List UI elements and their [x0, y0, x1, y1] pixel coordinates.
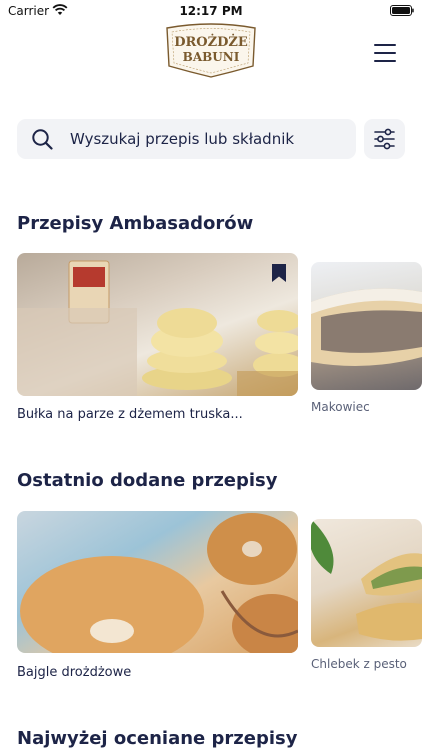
menu-button[interactable]	[370, 40, 400, 66]
search-box[interactable]	[17, 119, 356, 159]
brand-logo[interactable]: DROŻDŻE BABUNI	[161, 22, 261, 78]
bookmark-icon[interactable]	[271, 263, 287, 283]
recipe-image	[17, 253, 298, 396]
logo-text-top: DROŻDŻE	[174, 34, 248, 50]
recipe-title: Bułka na parze z dżemem truska...	[17, 407, 243, 422]
recipe-image	[17, 511, 298, 653]
recipe-title: Makowiec	[311, 400, 370, 414]
status-time: 12:17 PM	[179, 4, 243, 18]
menu-bar	[374, 52, 396, 54]
recipe-image	[311, 262, 422, 390]
section-title-top-rated: Najwyżej oceniane przepisy	[17, 728, 298, 749]
recipe-card[interactable]: Bajgle drożdżowe	[17, 511, 298, 683]
battery-icon	[390, 5, 414, 16]
recipe-card[interactable]: Chlebek z pesto	[311, 519, 422, 679]
filter-button[interactable]	[364, 119, 405, 159]
search-input[interactable]	[70, 119, 350, 159]
menu-bar	[374, 44, 396, 46]
logo-text-bottom: BABUNI	[183, 50, 240, 64]
section-title-recent: Ostatnio dodane przepisy	[17, 470, 278, 491]
recipe-photo-bulka	[17, 260, 298, 396]
recipe-card[interactable]: Makowiec	[311, 262, 422, 422]
recipe-photo-chlebek	[311, 519, 422, 641]
recipe-title: Chlebek z pesto	[311, 657, 407, 671]
recipe-image	[311, 519, 422, 647]
recipe-photo-makowiec	[311, 288, 422, 366]
recipe-card[interactable]: Bułka na parze z dżemem truska...	[17, 253, 298, 428]
filter-sliders-icon	[374, 128, 395, 150]
section-title-ambassadors: Przepisy Ambasadorów	[17, 213, 254, 234]
recipe-photo-bajgle	[20, 513, 298, 653]
menu-bar	[374, 60, 396, 62]
recipe-title: Bajgle drożdżowe	[17, 665, 132, 680]
search-icon	[32, 129, 53, 150]
status-bar: Carrier 12:17 PM	[0, 0, 422, 24]
